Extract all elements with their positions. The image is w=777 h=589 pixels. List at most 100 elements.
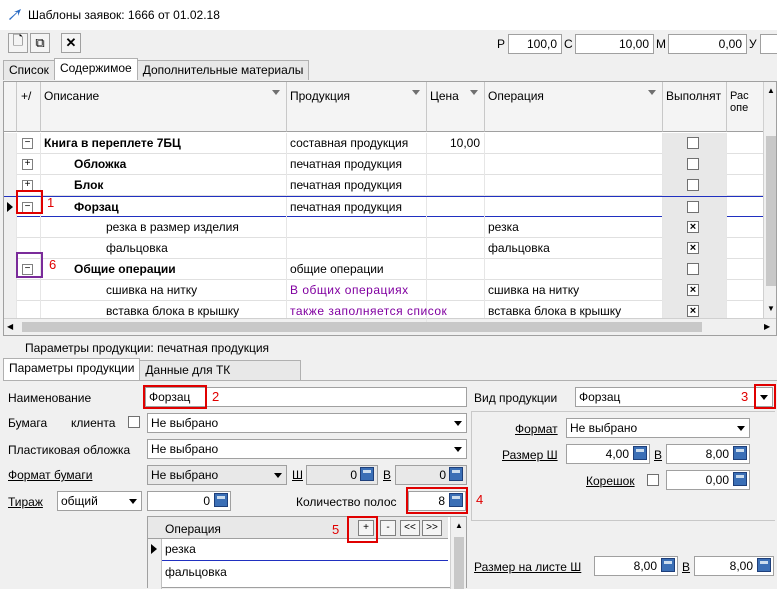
format-select[interactable]: Не выбрано — [566, 418, 750, 438]
calculator-icon[interactable] — [360, 467, 374, 481]
cell-calc-ops[interactable] — [727, 280, 764, 301]
scroll-thumb[interactable] — [766, 136, 776, 286]
cell-price[interactable] — [427, 238, 485, 259]
cell-price[interactable] — [427, 259, 485, 280]
cell-product[interactable] — [287, 217, 427, 238]
done-checkbox[interactable]: × — [687, 221, 699, 233]
hscroll-thumb[interactable] — [22, 322, 702, 332]
paper-select[interactable]: Не выбрано — [147, 413, 467, 433]
cell-calc-ops[interactable] — [727, 154, 764, 175]
calculator-icon[interactable] — [733, 472, 747, 486]
cell-operation[interactable]: резка — [485, 217, 663, 238]
done-checkbox[interactable] — [687, 263, 699, 275]
cell-price[interactable] — [427, 175, 485, 196]
tirazh-type-select[interactable]: общий — [57, 491, 142, 511]
calculator-icon[interactable] — [633, 446, 647, 460]
tab-product-params[interactable]: Параметры продукции — [3, 358, 141, 380]
cell-operation[interactable] — [485, 259, 663, 280]
scroll-right-icon[interactable]: ▶ — [764, 322, 770, 331]
done-checkbox[interactable] — [687, 158, 699, 170]
u-field[interactable] — [760, 34, 777, 54]
cell-price[interactable]: 10,00 — [427, 133, 485, 154]
cell-description[interactable]: Блок — [41, 175, 287, 196]
cell-calc-ops[interactable] — [727, 238, 764, 259]
format-paper-select[interactable]: Не выбрано — [147, 465, 287, 485]
done-checkbox[interactable]: × — [687, 305, 699, 317]
table-row[interactable]: фальцовка фальцовка × — [4, 238, 764, 259]
cell-description[interactable]: Книга в переплете 7БЦ — [41, 133, 287, 154]
copy-icon[interactable]: ⧉ — [30, 33, 50, 53]
remove-operation-button[interactable]: - — [380, 520, 396, 536]
dropdown-icon[interactable] — [450, 440, 466, 458]
header-operation[interactable]: Операция — [485, 82, 663, 132]
cell-operation[interactable] — [485, 175, 663, 196]
table-row[interactable]: − Книга в переплете 7БЦ составная продукци… — [4, 133, 764, 154]
cell-calc-ops[interactable] — [727, 197, 764, 218]
done-checkbox[interactable] — [687, 201, 699, 213]
cell-description[interactable]: сшивка на нитку — [41, 280, 287, 301]
cell-calc-ops[interactable] — [727, 175, 764, 196]
cell-product[interactable]: В общих операциях — [287, 280, 427, 301]
row-indicator[interactable] — [4, 280, 17, 301]
cell-operation[interactable]: фальцовка — [485, 238, 663, 259]
cell-calc-ops[interactable] — [727, 217, 764, 238]
cell-product[interactable]: печатная продукция — [287, 197, 427, 218]
tab-contents[interactable]: Содержимое — [53, 58, 138, 80]
cell-product[interactable] — [287, 238, 427, 259]
cell-description[interactable]: фальцовка — [41, 238, 287, 259]
plastic-select[interactable]: Не выбрано — [147, 439, 467, 459]
tab-list[interactable]: Список — [3, 60, 55, 80]
row-indicator[interactable] — [4, 133, 17, 154]
operations-scrollbar[interactable]: ▲ — [450, 517, 466, 589]
cell-price[interactable] — [427, 280, 485, 301]
header-product[interactable]: Продукция — [287, 82, 427, 132]
done-checkbox[interactable]: × — [687, 284, 699, 296]
vertical-scrollbar[interactable]: ▲ ▼ — [763, 82, 776, 318]
scroll-up-icon[interactable]: ▲ — [767, 86, 775, 95]
table-row[interactable]: сшивка на нитку В общих операциях сшивка н… — [4, 280, 764, 301]
cell-product[interactable]: печатная продукция — [287, 154, 427, 175]
move-up-button[interactable]: << — [400, 520, 420, 536]
cell-calc-ops[interactable] — [727, 259, 764, 280]
table-row[interactable]: + Блок печатная продукция — [4, 175, 764, 196]
cell-description[interactable]: Форзац — [41, 197, 287, 218]
cell-price[interactable] — [427, 197, 485, 218]
scroll-down-icon[interactable]: ▼ — [767, 304, 775, 313]
tab-additional[interactable]: Дополнительные материалы — [136, 60, 310, 80]
cell-product[interactable]: составная продукция — [287, 133, 427, 154]
row-indicator[interactable] — [4, 217, 17, 238]
cell-operation[interactable]: сшивка на нитку — [485, 280, 663, 301]
dropdown-icon[interactable] — [125, 492, 141, 510]
cell-description[interactable]: Обложка — [41, 154, 287, 175]
table-row[interactable]: + Обложка печатная продукция — [4, 154, 764, 175]
cell-calc-ops[interactable] — [727, 133, 764, 154]
header-expand[interactable]: +/ — [17, 82, 41, 132]
done-checkbox[interactable] — [687, 137, 699, 149]
calculator-icon[interactable] — [733, 446, 747, 460]
done-checkbox[interactable]: × — [687, 242, 699, 254]
dropdown-icon[interactable] — [270, 466, 286, 484]
header-done[interactable]: Выполнят — [663, 82, 727, 132]
calculator-icon[interactable] — [214, 493, 228, 507]
table-row[interactable]: резка в размер изделия резка × — [4, 217, 764, 238]
row-indicator[interactable] — [4, 154, 17, 175]
header-calc-ops[interactable]: Рас опе — [727, 82, 764, 132]
calculator-icon[interactable] — [661, 558, 675, 572]
move-down-button[interactable]: >> — [422, 520, 442, 536]
scroll-up-icon[interactable]: ▲ — [455, 521, 463, 530]
delete-icon[interactable]: ✕ — [61, 33, 81, 53]
scroll-left-icon[interactable]: ◀ — [7, 322, 13, 331]
cell-operation[interactable] — [485, 197, 663, 218]
operation-item[interactable]: резка — [162, 539, 448, 561]
calculator-icon[interactable] — [449, 467, 463, 481]
cell-product[interactable]: печатная продукция — [287, 175, 427, 196]
dropdown-icon[interactable] — [450, 414, 466, 432]
table-row[interactable]: − Общие операции общие операции — [4, 259, 764, 280]
format-label[interactable]: Формат — [515, 422, 558, 436]
cell-operation[interactable] — [485, 154, 663, 175]
table-row[interactable]: − Форзац печатная продукция — [4, 196, 764, 218]
cell-product[interactable]: также заполняется список — [287, 301, 447, 322]
client-checkbox[interactable] — [128, 416, 140, 428]
cell-price[interactable] — [427, 217, 485, 238]
m-field[interactable]: 0,00 — [668, 34, 747, 54]
